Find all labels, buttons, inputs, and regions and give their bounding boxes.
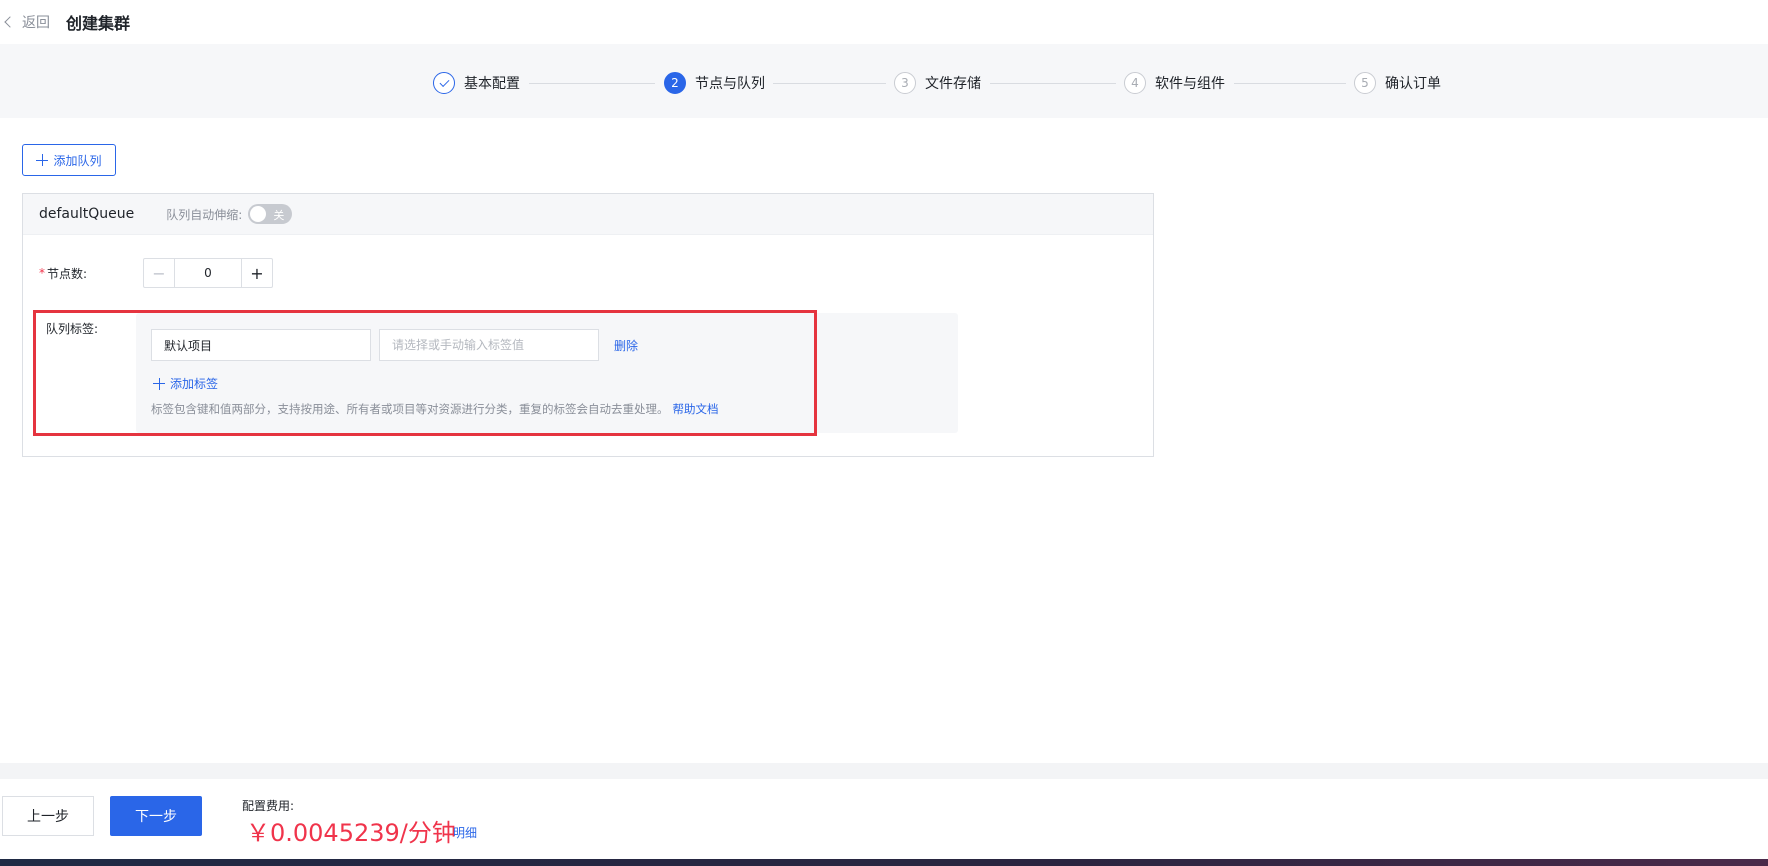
footer-divider xyxy=(0,763,1768,779)
plus-icon xyxy=(153,377,165,390)
tag-key-input[interactable] xyxy=(151,329,371,361)
step-connector xyxy=(529,83,655,84)
plus-icon xyxy=(36,154,49,166)
decrement-button[interactable]: − xyxy=(144,259,175,287)
node-count-input[interactable] xyxy=(175,259,241,287)
tag-hint-text: 标签包含键和值两部分，支持按用途、所有者或项目等对资源进行分类，重复的标签会自动… xyxy=(151,402,669,416)
fee-price: ￥0.0045239/分钟 xyxy=(246,819,456,847)
step-number: 5 xyxy=(1354,72,1376,94)
step-software[interactable]: 4 软件与组件 xyxy=(1124,71,1225,95)
step-confirm-order[interactable]: 5 确认订单 xyxy=(1354,71,1441,95)
step-connector xyxy=(773,83,886,84)
step-nodes-queues[interactable]: 2 节点与队列 xyxy=(664,71,765,95)
step-number: 4 xyxy=(1124,72,1146,94)
tag-value-input[interactable] xyxy=(379,329,599,361)
window-bottom-edge xyxy=(0,859,1768,866)
step-number: 2 xyxy=(664,72,686,94)
chevron-left-icon xyxy=(4,16,16,28)
page-title: 创建集群 xyxy=(66,14,131,33)
step-file-storage[interactable]: 3 文件存储 xyxy=(894,71,981,95)
autoscale-toggle[interactable]: 关 xyxy=(248,204,293,224)
add-tag-button[interactable]: 添加标签 xyxy=(153,375,218,392)
toggle-state-text: 关 xyxy=(273,209,285,222)
queue-name: defaultQueue xyxy=(39,206,135,222)
increment-button[interactable]: + xyxy=(241,259,272,287)
next-step-button[interactable]: 下一步 xyxy=(110,796,202,836)
step-connector xyxy=(1234,83,1346,84)
step-check-icon xyxy=(433,72,455,94)
prev-step-button[interactable]: 上一步 xyxy=(2,796,94,836)
help-doc-link[interactable]: 帮助文档 xyxy=(673,402,719,416)
step-basic-config[interactable]: 基本配置 xyxy=(433,71,520,95)
queue-header: defaultQueue 队列自动伸缩: 关 xyxy=(23,194,1153,235)
add-queue-label: 添加队列 xyxy=(53,153,102,168)
step-label: 文件存储 xyxy=(925,76,981,92)
queue-tags-label: 队列标签: xyxy=(46,322,99,336)
tag-hint: 标签包含键和值两部分，支持按用途、所有者或项目等对资源进行分类，重复的标签会自动… xyxy=(151,401,719,417)
add-queue-button[interactable]: 添加队列 xyxy=(22,144,116,176)
node-count-row: * 节点数: − + xyxy=(39,258,273,288)
back-label: 返回 xyxy=(22,15,50,31)
fee-detail-link[interactable]: 明细 xyxy=(453,824,477,841)
footer-bar: 上一步 下一步 配置费用: ￥0.0045239/分钟 明细 xyxy=(0,779,1768,859)
top-bar: 返回 创建集群 xyxy=(0,0,1768,45)
node-count-label: 节点数: xyxy=(47,266,88,281)
back-link[interactable]: 返回 xyxy=(2,12,50,32)
toggle-knob xyxy=(250,206,267,222)
fee-label: 配置费用: xyxy=(242,799,295,813)
queue-card: defaultQueue 队列自动伸缩: 关 * 节点数: − + 队列标签: … xyxy=(22,193,1154,457)
step-label: 软件与组件 xyxy=(1155,76,1225,92)
delete-tag-link[interactable]: 删除 xyxy=(614,337,638,354)
steps-bar: 基本配置 2 节点与队列 3 文件存储 4 软件与组件 5 确认订单 xyxy=(0,44,1768,118)
required-mark: * xyxy=(39,266,45,280)
node-count-stepper: − + xyxy=(143,258,273,288)
add-tag-label: 添加标签 xyxy=(170,377,219,391)
step-connector xyxy=(990,83,1116,84)
step-label: 基本配置 xyxy=(464,76,520,92)
step-label: 节点与队列 xyxy=(695,76,765,92)
autoscale-label: 队列自动伸缩: xyxy=(166,207,243,222)
step-number: 3 xyxy=(894,72,916,94)
step-label: 确认订单 xyxy=(1385,76,1441,92)
